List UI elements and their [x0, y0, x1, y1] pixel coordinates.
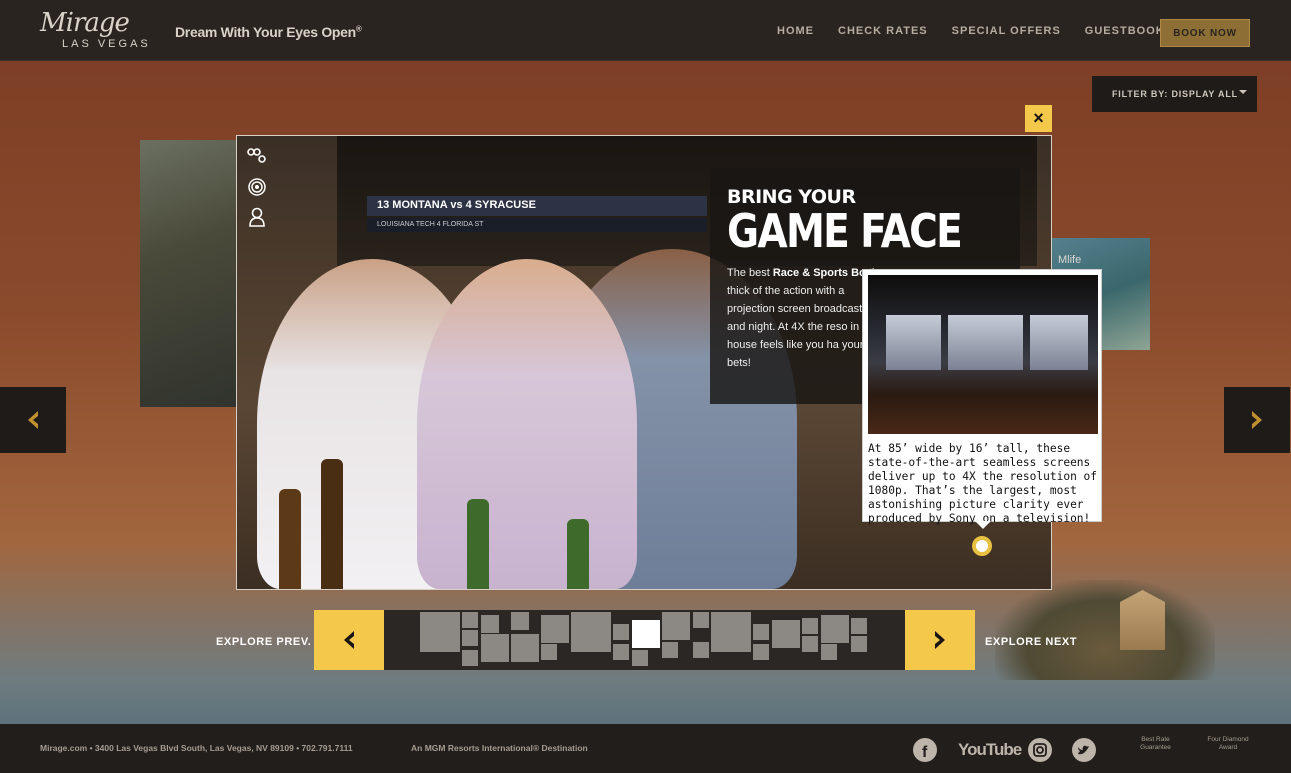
footer-address: Mirage.com • 3400 Las Vegas Blvd South, … — [40, 743, 353, 753]
thumbnail[interactable] — [613, 624, 629, 640]
popup-text: At 85’ wide by 16’ tall, these state-of-… — [868, 442, 1098, 525]
headline-large: GAME FACE — [727, 204, 963, 258]
best-rate-badge: Best Rate Guarantee — [1140, 736, 1171, 751]
thumbnail[interactable] — [693, 612, 709, 628]
thumbnail[interactable] — [753, 624, 769, 640]
thumbnail[interactable] — [613, 644, 629, 660]
thumbnail[interactable] — [462, 612, 478, 628]
thumbnail[interactable] — [711, 612, 751, 652]
logo-city: LAS VEGAS — [62, 38, 151, 50]
thumbnail[interactable] — [802, 636, 818, 652]
thumbnail[interactable] — [462, 650, 478, 666]
thumbnail[interactable] — [481, 615, 499, 633]
thumbnail[interactable] — [821, 615, 849, 643]
thumbnail[interactable] — [632, 650, 648, 666]
person-icon[interactable] — [247, 207, 267, 227]
hotspot-marker[interactable] — [972, 536, 992, 556]
thumbnail-strip — [384, 610, 905, 670]
thumbnail[interactable] — [541, 615, 569, 643]
hotspot-popup: At 85’ wide by 16’ tall, these state-of-… — [862, 269, 1102, 529]
explore-next-label[interactable]: EXPLORE NEXT — [985, 636, 1077, 648]
share-icon[interactable] — [247, 146, 267, 166]
popup-screen — [1030, 315, 1088, 370]
target-icon[interactable] — [247, 177, 267, 197]
beer-bottle — [467, 499, 489, 589]
site-footer: Mirage.com • 3400 Las Vegas Blvd South, … — [0, 724, 1291, 773]
caret-down-icon — [1239, 90, 1247, 94]
beer-bottle — [567, 519, 589, 589]
thumbnail[interactable] — [772, 620, 800, 648]
thumbnail[interactable] — [481, 634, 509, 662]
thumbnail[interactable] — [571, 612, 611, 652]
filter-label: FILTER BY: DISPLAY ALL — [1112, 89, 1238, 99]
close-icon: × — [1033, 108, 1044, 128]
mirage-logo[interactable]: Mirage LAS VEGAS — [40, 8, 155, 54]
thumbnail[interactable] — [420, 612, 460, 652]
popup-screen — [948, 315, 1023, 370]
chevron-left-icon — [28, 411, 38, 429]
chevron-right-icon — [1252, 411, 1262, 429]
main-nav: HOME CHECK RATES SPECIAL OFFERS GUESTBOO… — [777, 25, 1189, 37]
beer-bottle — [321, 459, 343, 589]
scoreboard: 13 MONTANA vs 4 SYRACUSE — [367, 196, 707, 216]
thumbnail[interactable] — [851, 618, 867, 634]
gallery-prev-button[interactable] — [0, 387, 66, 453]
thumbnail[interactable] — [821, 644, 837, 660]
thumbnail[interactable] — [802, 618, 818, 634]
chevron-right-icon — [935, 631, 945, 649]
book-now-button[interactable]: BOOK NOW — [1160, 19, 1250, 47]
close-button[interactable]: × — [1025, 105, 1052, 132]
nav-guestbook[interactable]: GUESTBOOK — [1085, 25, 1165, 37]
youtube-icon[interactable]: YouTube — [958, 740, 1022, 760]
thumbnail[interactable] — [693, 642, 709, 658]
thumbnail[interactable] — [662, 612, 690, 640]
facebook-icon[interactable]: f — [912, 737, 938, 763]
resort-island-image — [995, 580, 1215, 680]
popup-tip — [975, 521, 991, 529]
beer-bottle — [279, 489, 301, 589]
nav-special-offers[interactable]: SPECIAL OFFERS — [952, 25, 1061, 37]
resort-tower-image — [1120, 590, 1165, 650]
gallery-tile-pool[interactable] — [140, 140, 240, 407]
four-diamond-badge: Four Diamond Award — [1207, 736, 1249, 751]
thumbnail-active[interactable] — [632, 620, 660, 648]
explore-next-button[interactable] — [905, 610, 975, 670]
explore-prev-button[interactable] — [314, 610, 384, 670]
gallery-next-button[interactable] — [1224, 387, 1290, 453]
explore-prev-label[interactable]: EXPLORE PREV. — [216, 636, 311, 648]
popup-screen — [886, 315, 941, 370]
nav-home[interactable]: HOME — [777, 25, 814, 37]
filter-dropdown[interactable]: FILTER BY: DISPLAY ALL — [1092, 76, 1257, 112]
tile-text: Mlife — [1058, 254, 1082, 266]
twitter-icon[interactable] — [1071, 737, 1097, 763]
footer-mgm: An MGM Resorts International® Destinatio… — [411, 743, 588, 753]
thumbnail[interactable] — [462, 630, 478, 646]
popup-image — [868, 275, 1098, 434]
instagram-icon[interactable] — [1027, 737, 1053, 763]
thumbnail[interactable] — [662, 642, 678, 658]
thumbnail[interactable] — [541, 644, 557, 660]
logo-script: Mirage — [40, 8, 130, 38]
scoreboard-sub: LOUISIANA TECH 4 FLORIDA ST — [367, 218, 707, 232]
person-center — [417, 259, 637, 589]
chevron-left-icon — [344, 631, 354, 649]
thumbnail[interactable] — [753, 644, 769, 660]
thumbnail[interactable] — [511, 634, 539, 662]
svg-text:f: f — [922, 744, 928, 761]
thumbnail[interactable] — [851, 636, 867, 652]
thumbnail[interactable] — [511, 612, 529, 630]
nav-check-rates[interactable]: CHECK RATES — [838, 25, 928, 37]
tagline: Dream With Your Eyes Open® — [175, 24, 362, 40]
site-header: Mirage LAS VEGAS Dream With Your Eyes Op… — [0, 0, 1291, 61]
